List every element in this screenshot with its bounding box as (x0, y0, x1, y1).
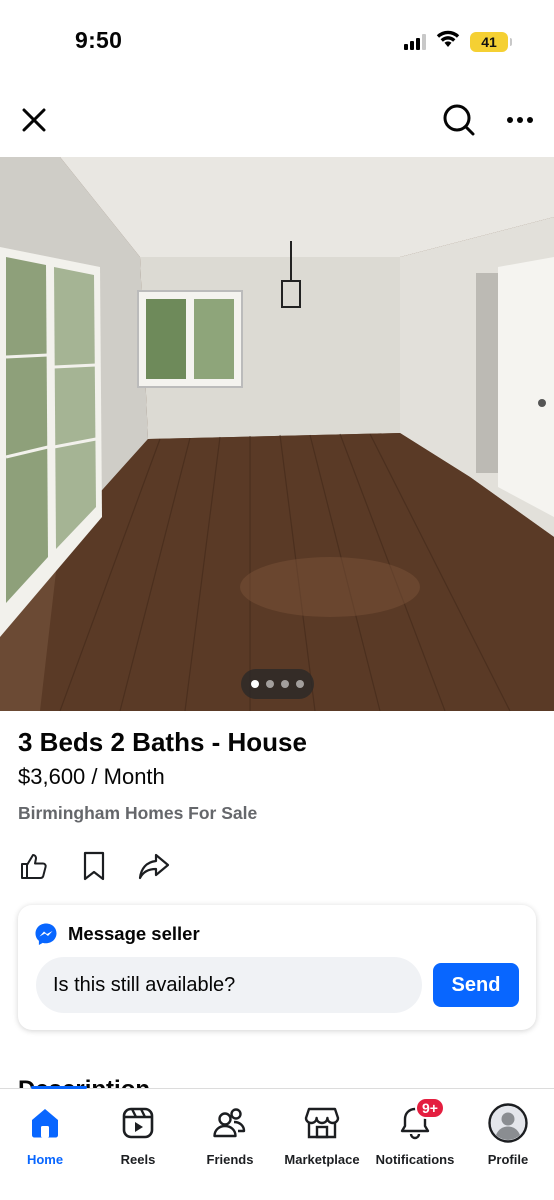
tab-label: Friends (206, 1152, 254, 1167)
battery-indicator: 41 (470, 31, 512, 52)
message-seller-header: Message seller (34, 922, 200, 946)
photo-carousel-indicator (241, 669, 314, 699)
room-photo-illustration (0, 157, 554, 711)
carousel-dot (266, 680, 274, 688)
status-time: 9:50 (75, 27, 123, 53)
message-input[interactable] (36, 957, 422, 1013)
tab-notifications[interactable]: 9+ Notifications (369, 1097, 461, 1167)
bottom-tab-bar: Home Reels Friends Marketplace 9+ Notifi… (0, 1086, 554, 1200)
bookmark-icon (83, 851, 105, 881)
listing-seller[interactable]: Birmingham Homes For Sale (18, 803, 257, 824)
like-button[interactable] (14, 846, 54, 886)
message-seller-label: Message seller (68, 923, 200, 944)
thumbs-up-icon (21, 854, 47, 879)
notification-badge: 9+ (415, 1097, 445, 1119)
friends-icon (210, 1103, 250, 1143)
tab-label: Notifications (375, 1152, 455, 1167)
wifi-icon (436, 30, 460, 53)
carousel-dot (251, 680, 259, 688)
tab-label: Profile (487, 1152, 529, 1167)
share-button[interactable] (134, 846, 174, 886)
listing-price: $3,600 / Month (18, 764, 165, 789)
reels-icon (118, 1103, 158, 1143)
tab-friends[interactable]: Friends (184, 1103, 276, 1167)
message-seller-card: Message seller Send (18, 905, 536, 1030)
messenger-icon (35, 923, 57, 945)
tab-marketplace[interactable]: Marketplace (276, 1103, 368, 1167)
tab-label: Reels (120, 1152, 156, 1167)
search-icon (443, 104, 475, 136)
tab-label: Marketplace (284, 1152, 360, 1167)
cellular-signal-icon (404, 33, 426, 50)
more-icon (507, 117, 533, 123)
status-bar: 9:50 41 (0, 0, 554, 80)
close-icon (22, 108, 46, 132)
carousel-dot (296, 680, 304, 688)
status-indicators: 41 (404, 30, 512, 53)
share-icon (138, 853, 170, 880)
active-tab-indicator (31, 1086, 87, 1089)
search-button[interactable] (437, 98, 481, 142)
tab-profile[interactable]: Profile (462, 1103, 554, 1167)
listing-photo[interactable] (0, 157, 554, 711)
send-button[interactable]: Send (433, 963, 519, 1007)
tab-reels[interactable]: Reels (92, 1103, 184, 1167)
save-button[interactable] (74, 846, 114, 886)
avatar-icon (488, 1103, 528, 1143)
marketplace-icon (302, 1103, 342, 1143)
carousel-dot (281, 680, 289, 688)
tab-label: Home (26, 1152, 64, 1167)
bell-icon: 9+ (395, 1097, 445, 1143)
home-icon (25, 1103, 65, 1143)
listing-title: 3 Beds 2 Baths - House (18, 727, 307, 757)
tab-home[interactable]: Home (0, 1103, 91, 1167)
listing-actions (14, 846, 194, 886)
top-nav (0, 90, 554, 150)
more-options-button[interactable] (500, 100, 540, 140)
close-button[interactable] (14, 100, 54, 140)
